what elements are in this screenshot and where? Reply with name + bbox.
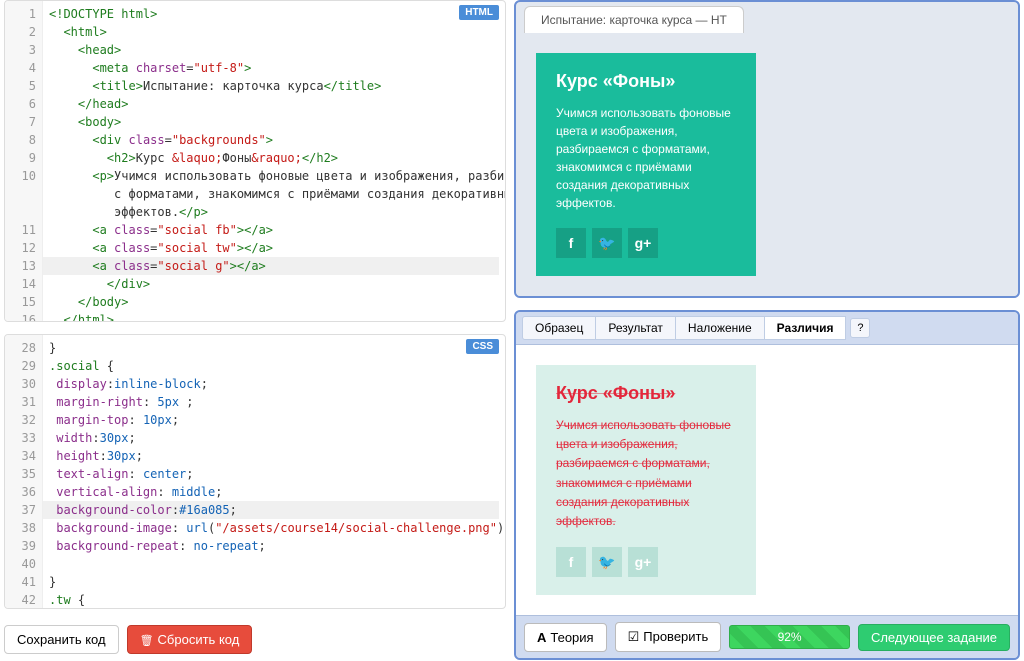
card-title: Курс «Фоны» [556, 71, 736, 92]
card-text: Учимся использовать фоновые цвета и изоб… [556, 104, 736, 212]
browser-tab[interactable]: Испытание: карточка курса — HT [524, 6, 744, 33]
reset-button[interactable]: Сбросить код [127, 625, 253, 654]
facebook-icon[interactable]: f [556, 228, 586, 258]
css-code[interactable]: }.social { display:inline-block; margin-… [43, 335, 505, 609]
diff-google-plus-icon: g+ [628, 547, 658, 577]
check-button[interactable]: Проверить [615, 622, 722, 652]
diff-panel: Образец Результат Наложение Различия ? К… [514, 310, 1020, 660]
html-code[interactable]: <!DOCTYPE html> <html> <head> <meta char… [43, 1, 505, 322]
html-gutter: 12345678910 111213141516 [5, 1, 43, 321]
next-task-button[interactable]: Следующее задание [858, 624, 1010, 651]
preview-panel: Испытание: карточка курса — HT Курс «Фон… [514, 0, 1020, 298]
diff-facebook-icon: f [556, 547, 586, 577]
theory-button[interactable]: Теория [524, 623, 607, 652]
result-tabs: Образец Результат Наложение Различия ? [516, 312, 1018, 345]
html-badge: HTML [459, 5, 499, 20]
tab-overlay[interactable]: Наложение [675, 316, 765, 340]
tab-sample[interactable]: Образец [522, 316, 596, 340]
save-button[interactable]: Сохранить код [4, 625, 119, 654]
book-icon [537, 630, 550, 645]
css-badge: CSS [466, 339, 499, 354]
diff-card: Курс «Фоны» Учимся использовать фоновые … [536, 365, 756, 595]
diff-social-row: f 🐦 g+ [556, 547, 736, 577]
trash-icon [140, 632, 158, 647]
html-editor[interactable]: HTML 12345678910 111213141516 <!DOCTYPE … [4, 0, 506, 322]
check-icon [628, 629, 644, 644]
diff-body: Курс «Фоны» Учимся использовать фоновые … [516, 345, 1018, 615]
tab-result[interactable]: Результат [595, 316, 676, 340]
diff-text: Учимся использовать фоновые цвета и изоб… [556, 416, 736, 531]
progress-value: 92% [778, 630, 802, 644]
preview-body: Курс «Фоны» Учимся использовать фоновые … [516, 33, 1018, 296]
diff-title: Курс «Фоны» [556, 383, 736, 404]
css-editor[interactable]: CSS 282930313233343536373839404142434445… [4, 334, 506, 609]
help-button[interactable]: ? [850, 318, 870, 338]
editor-buttons: Сохранить код Сбросить код [4, 621, 506, 658]
tab-diff[interactable]: Различия [764, 316, 847, 340]
progress-bar: 92% [729, 625, 850, 649]
diff-twitter-icon: 🐦 [592, 547, 622, 577]
google-plus-icon[interactable]: g+ [628, 228, 658, 258]
bottom-bar: Теория Проверить 92% Следующее задание [516, 615, 1018, 658]
css-gutter: 2829303132333435363738394041424344454647… [5, 335, 43, 608]
course-card: Курс «Фоны» Учимся использовать фоновые … [536, 53, 756, 276]
twitter-icon[interactable]: 🐦 [592, 228, 622, 258]
social-row: f 🐦 g+ [556, 228, 736, 258]
